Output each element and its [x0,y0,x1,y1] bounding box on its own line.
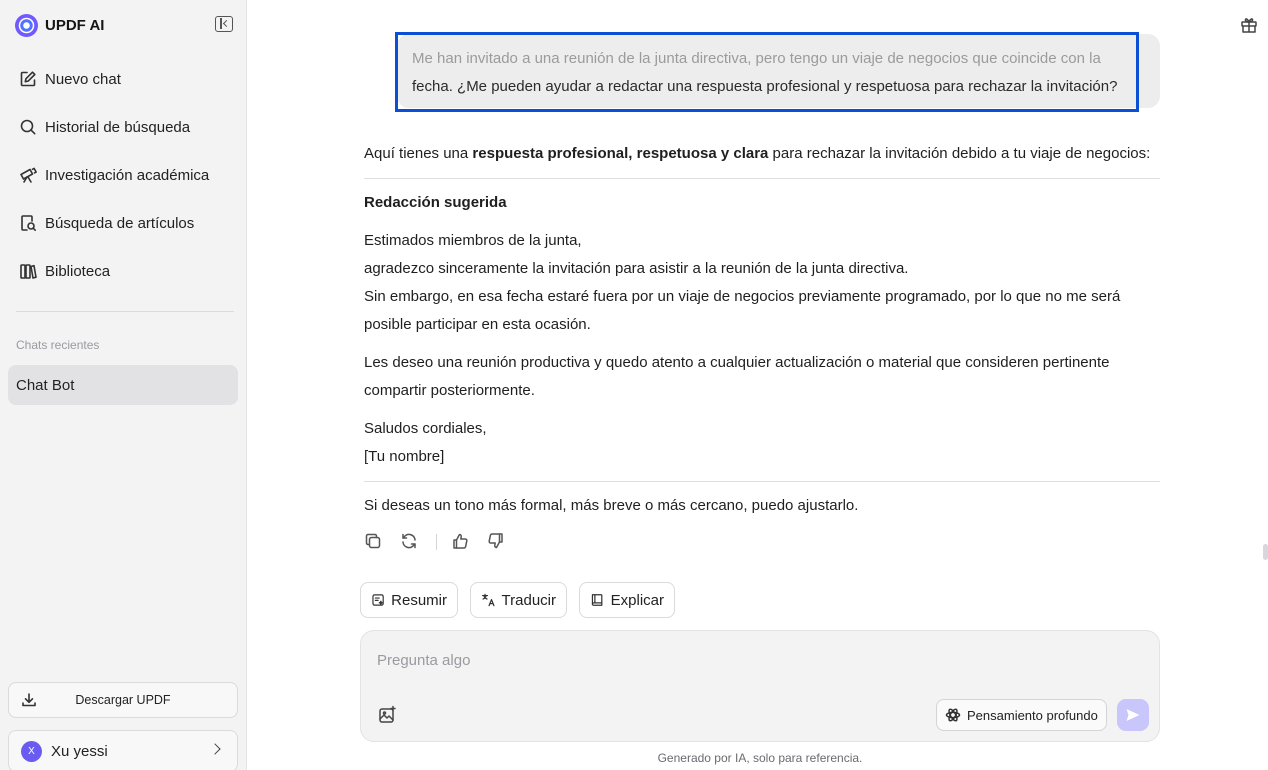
nav-label: Nuevo chat [45,70,121,88]
translate-button[interactable]: Traducir [470,582,567,618]
nav-academic-research[interactable]: Investigación académica [8,155,238,195]
answer-line: agradezco sinceramente la invitación par… [364,260,909,277]
atom-icon [945,708,961,722]
updf-logo-icon [15,13,38,37]
regenerate-icon[interactable] [400,532,420,552]
thumbs-down-icon[interactable] [487,532,507,552]
answer-line: [Tu nombre] [364,448,445,465]
recent-chat-item[interactable]: Chat Bot [8,365,238,405]
answer-closing: Si deseas un tono más formal, más breve … [364,497,859,514]
edit-icon [19,70,37,88]
scrollbar-thumb[interactable] [1263,544,1268,560]
nav-article-search[interactable]: Búsqueda de artículos [8,203,238,243]
download-label: Descargar UPDF [75,693,171,707]
send-button[interactable] [1117,699,1149,731]
deep-thinking-button[interactable]: Pensamiento profundo [936,699,1107,731]
translate-label: Traducir [501,591,556,609]
nav-label: Investigación académica [45,166,210,184]
answer-intro-text: Aquí tienes una [364,145,473,162]
deep-thinking-label: Pensamiento profundo [967,707,1098,723]
nav-search-history[interactable]: Historial de búsqueda [8,107,238,147]
user-message-line: Me han invitado a una reunión de la junt… [412,50,1101,67]
image-upload-icon[interactable] [378,705,398,725]
user-message-line: fecha. ¿Me pueden ayudar a redactar una … [412,78,1118,95]
nav-label: Búsqueda de artículos [45,214,195,232]
answer-line: Estimados miembros de la junta, [364,232,582,249]
chevron-right-icon [209,743,221,755]
answer-divider [364,178,1160,179]
nav-label: Historial de búsqueda [45,118,191,136]
recent-chat-label: Chat Bot [16,376,75,394]
avatar: X [21,740,42,762]
copy-icon[interactable] [364,532,384,552]
answer-heading: Redacción sugerida [364,194,507,211]
explain-label: Explicar [610,591,664,609]
chat-input[interactable] [377,647,1077,673]
book-icon [591,594,603,606]
answer-intro-bold: respuesta profesional, respetuosa y clar… [472,145,769,162]
summarize-button[interactable]: Resumir [360,582,458,618]
answer-line: posible participar en esta ocasión. [364,316,591,333]
nav-label: Biblioteca [45,262,111,280]
action-separator [436,534,437,550]
telescope-icon [19,166,37,184]
answer-line: compartir posteriormente. [364,382,535,399]
footer-note: Generado por IA, solo para referencia. [657,751,863,765]
gift-icon[interactable] [1240,16,1258,34]
app-name: UPDF AI [45,16,105,34]
answer-line: Saludos cordiales, [364,420,487,437]
answer-intro-text: para rechazar la invitación debido a tu … [768,145,1151,162]
nav-library[interactable]: Biblioteca [8,251,238,291]
chat-input-box: Pensamiento profundo [360,630,1160,742]
nav-new-chat[interactable]: Nuevo chat [8,59,238,99]
summarize-label: Resumir [391,591,447,609]
send-icon [1126,709,1140,721]
document-search-icon [19,214,37,232]
sidebar-divider [16,311,234,312]
user-account[interactable]: X Xu yessi [8,730,238,770]
summarize-icon [372,594,384,606]
user-name: Xu yessi [51,742,108,760]
sidebar: UPDF AI Nuevo chat Historial de búsqueda… [0,0,247,770]
translate-icon [482,593,495,607]
thumbs-up-icon[interactable] [451,532,471,552]
search-icon [19,118,37,136]
user-message-text: Me han invitado a una reunión de la junt… [412,45,1132,101]
message-actions [364,532,523,552]
recent-chats-label: Chats recientes [16,338,100,352]
answer-intro: Aquí tienes una respuesta profesional, r… [364,140,1150,168]
answer-divider [364,481,1160,482]
answer-line: Sin embargo, en esa fecha estaré fuera p… [364,288,1121,305]
brand[interactable]: UPDF AI [15,13,104,37]
library-icon [19,262,37,280]
explain-button[interactable]: Explicar [579,582,675,618]
answer-line: Les deseo una reunión productiva y quedo… [364,354,1110,371]
download-icon [21,692,37,708]
download-updf-button[interactable]: Descargar UPDF [8,682,238,718]
collapse-sidebar-icon[interactable] [215,16,233,32]
